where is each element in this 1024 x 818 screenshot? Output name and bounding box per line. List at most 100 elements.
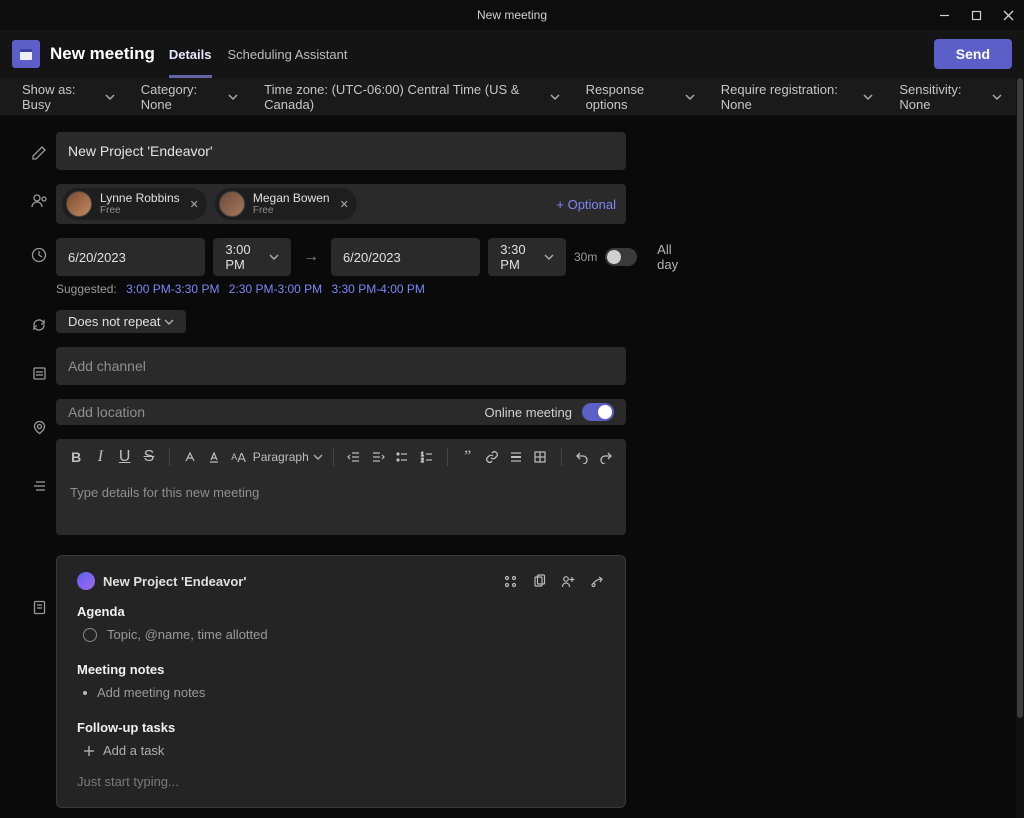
header: New meeting Details Scheduling Assistant… — [0, 30, 1024, 78]
title-input[interactable] — [68, 132, 614, 170]
response-options-dropdown[interactable]: Response options — [586, 82, 695, 112]
meeting-notes-item[interactable]: Add meeting notes — [77, 685, 605, 700]
tab-scheduling-assistant[interactable]: Scheduling Assistant — [228, 30, 348, 78]
agenda-heading: Agenda — [77, 604, 605, 619]
datetime-row: 6/20/2023 3:00 PM → 6/20/2023 3:30 PM 30… — [56, 238, 696, 276]
online-meeting-toggle[interactable] — [582, 403, 614, 421]
description-editor: B I U S AA Paragraph 12 ” — [56, 439, 626, 535]
meeting-notes-heading: Meeting notes — [77, 662, 605, 677]
strikethrough-button[interactable]: S — [139, 445, 159, 469]
repeat-icon — [24, 310, 54, 340]
description-textarea[interactable]: Type details for this new meeting — [56, 475, 626, 535]
add-task-label: Add a task — [103, 743, 164, 758]
all-day-label: All day — [657, 242, 696, 272]
bold-button[interactable]: B — [66, 445, 86, 469]
add-task-button[interactable]: Add a task — [77, 743, 605, 758]
suggested-time-link[interactable]: 3:30 PM-4:00 PM — [332, 282, 425, 296]
notes-icon — [24, 592, 54, 622]
remove-chip-button[interactable]: ✕ — [190, 198, 199, 211]
link-button[interactable] — [482, 445, 502, 469]
end-date-picker[interactable]: 6/20/2023 — [331, 238, 480, 276]
chevron-down-icon — [313, 452, 323, 462]
clock-icon — [24, 240, 54, 270]
remove-chip-button[interactable]: ✕ — [340, 198, 349, 211]
add-optional-link[interactable]: + Optional — [556, 197, 616, 212]
bullet-list-button[interactable] — [392, 445, 412, 469]
meeting-notes-card: New Project 'Endeavor' Agenda Topic, @na… — [56, 555, 626, 808]
location-field[interactable]: Online meeting — [56, 399, 626, 425]
table-button[interactable] — [530, 445, 550, 469]
paragraph-style-dropdown[interactable]: Paragraph — [253, 450, 323, 464]
timezone-dropdown[interactable]: Time zone: (UTC-06:00) Central Time (US … — [264, 82, 559, 112]
start-date-picker[interactable]: 6/20/2023 — [56, 238, 205, 276]
chevron-down-icon — [544, 252, 554, 262]
suggested-time-link[interactable]: 2:30 PM-3:00 PM — [229, 282, 322, 296]
agenda-placeholder: Topic, @name, time allotted — [107, 627, 268, 642]
loop-icon — [77, 572, 95, 590]
title-field[interactable] — [56, 132, 626, 170]
notes-title: New Project 'Endeavor' — [103, 574, 246, 589]
agenda-item[interactable]: Topic, @name, time allotted — [77, 627, 605, 642]
tab-details[interactable]: Details — [169, 30, 212, 78]
font-size-button[interactable]: AA — [228, 445, 248, 469]
attendee-name: Megan Bowen — [253, 192, 330, 205]
maximize-button[interactable] — [960, 0, 992, 30]
editor-toolbar: B I U S AA Paragraph 12 ” — [56, 439, 626, 475]
location-icon — [24, 412, 54, 442]
channel-input[interactable] — [68, 347, 614, 385]
recap-icon[interactable] — [590, 574, 605, 589]
divider — [561, 448, 562, 466]
attendees-field[interactable]: Lynne Robbins Free ✕ Megan Bowen Free ✕ … — [56, 184, 626, 224]
require-registration-dropdown[interactable]: Require registration: None — [721, 82, 874, 112]
scrollbar-thumb[interactable] — [1017, 78, 1023, 718]
underline-button[interactable]: U — [115, 445, 135, 469]
chevron-down-icon — [863, 92, 873, 102]
show-as-dropdown[interactable]: Show as: Busy — [22, 82, 115, 112]
channel-field[interactable] — [56, 347, 626, 385]
svg-text:2: 2 — [421, 458, 424, 464]
end-time-picker[interactable]: 3:30 PM — [488, 238, 566, 276]
recurrence-dropdown[interactable]: Does not repeat — [56, 310, 186, 333]
start-time-picker[interactable]: 3:00 PM — [213, 238, 291, 276]
calendar-icon — [12, 40, 40, 68]
share-people-icon[interactable] — [561, 574, 576, 589]
undo-button[interactable] — [571, 445, 591, 469]
chevron-down-icon — [105, 92, 115, 102]
page-title: New meeting — [50, 44, 155, 64]
all-day-toggle[interactable] — [605, 248, 637, 266]
notes-ghost-text[interactable]: Just start typing... — [77, 774, 605, 789]
arrow-right-icon: → — [299, 248, 323, 266]
attendee-chip[interactable]: Lynne Robbins Free ✕ — [62, 188, 207, 220]
minimize-button[interactable] — [928, 0, 960, 30]
location-input[interactable] — [68, 404, 485, 420]
copy-icon[interactable] — [532, 574, 547, 589]
chevron-down-icon — [992, 92, 1002, 102]
followup-heading: Follow-up tasks — [77, 720, 605, 735]
form-area: Lynne Robbins Free ✕ Megan Bowen Free ✕ … — [0, 116, 1024, 818]
close-button[interactable] — [992, 0, 1024, 30]
send-button[interactable]: Send — [934, 39, 1012, 69]
hr-button[interactable] — [506, 445, 526, 469]
attendee-name: Lynne Robbins — [100, 192, 180, 205]
highlight-button[interactable] — [180, 445, 200, 469]
window-controls — [928, 0, 1024, 30]
redo-button[interactable] — [596, 445, 616, 469]
radio-empty-icon[interactable] — [83, 628, 97, 642]
numbered-list-button[interactable]: 12 — [416, 445, 436, 469]
italic-button[interactable]: I — [90, 445, 110, 469]
indent-increase-button[interactable] — [368, 445, 388, 469]
quote-button[interactable]: ” — [458, 445, 478, 469]
channel-icon — [24, 358, 54, 388]
scrollbar-track[interactable] — [1016, 78, 1024, 818]
attendee-chip[interactable]: Megan Bowen Free ✕ — [215, 188, 357, 220]
sensitivity-dropdown[interactable]: Sensitivity: None — [899, 82, 1002, 112]
chevron-down-icon — [269, 252, 279, 262]
grid-icon[interactable] — [503, 574, 518, 589]
titlebar: New meeting — [0, 0, 1024, 30]
chevron-down-icon — [228, 92, 238, 102]
chevron-down-icon — [164, 317, 174, 327]
indent-decrease-button[interactable] — [344, 445, 364, 469]
font-color-button[interactable] — [204, 445, 224, 469]
suggested-time-link[interactable]: 3:00 PM-3:30 PM — [126, 282, 219, 296]
category-dropdown[interactable]: Category: None — [141, 82, 238, 112]
